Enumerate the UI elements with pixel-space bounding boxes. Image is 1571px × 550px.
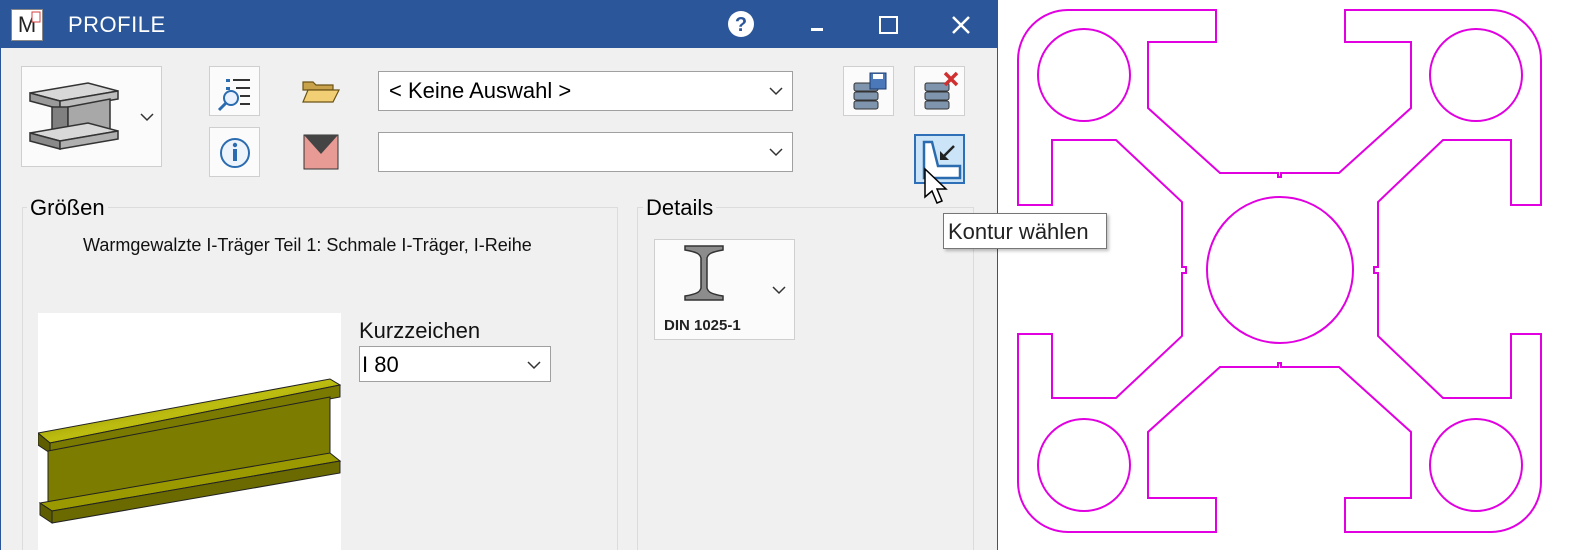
chevron-down-icon — [527, 361, 541, 370]
beam-3d-image — [36, 378, 342, 524]
close-button[interactable] — [931, 0, 991, 48]
mouse-cursor-icon — [924, 167, 948, 204]
search-list-icon — [217, 79, 250, 112]
chevron-down-icon — [140, 113, 154, 122]
minimize-icon — [811, 28, 823, 31]
maximize-icon — [879, 16, 898, 34]
contour-hole-bottom-left — [1037, 418, 1131, 512]
material-select[interactable] — [378, 132, 793, 172]
i-beam-icon — [29, 82, 119, 150]
profile-type-button[interactable] — [21, 66, 162, 167]
save-database-button[interactable] — [843, 66, 894, 116]
contour-corner-top-left — [1017, 9, 1542, 533]
chevron-down-icon — [769, 148, 783, 157]
svg-text:?: ? — [735, 14, 747, 36]
color-button[interactable] — [301, 132, 341, 172]
info-button[interactable] — [209, 127, 260, 177]
norm-select-button[interactable]: DIN 1025-1 — [654, 239, 795, 340]
app-icon: M — [11, 9, 43, 41]
delete-database-button[interactable] — [914, 66, 965, 116]
database-save-icon — [853, 72, 887, 110]
minimize-button[interactable] — [787, 0, 847, 48]
catalog-select[interactable]: < Keine Auswahl > — [378, 71, 793, 111]
folder-open-icon — [302, 81, 340, 103]
close-icon — [952, 16, 970, 34]
designation-label: Kurzzeichen — [359, 318, 481, 343]
title-bar[interactable]: M PROFILE ? — [1, 0, 997, 48]
contour-hole-center — [1206, 196, 1354, 344]
profile-dialog: M PROFILE ? < Keine Auswahl > Größen War… — [0, 0, 998, 550]
info-icon — [220, 138, 250, 168]
chevron-down-icon — [769, 87, 783, 96]
contour-hole-top-right — [1429, 28, 1523, 122]
designation-select[interactable]: I 80 — [359, 346, 551, 382]
details-group-label: Details — [643, 195, 717, 221]
database-delete-icon — [924, 71, 959, 110]
i-profile-icon — [684, 245, 724, 301]
open-folder-button[interactable] — [299, 72, 343, 110]
maximize-button[interactable] — [859, 0, 919, 48]
contour-drawing — [1017, 9, 1542, 533]
help-button[interactable]: ? — [713, 0, 773, 48]
contour-hole-top-left — [1037, 28, 1131, 122]
chevron-down-icon — [772, 286, 786, 295]
contour-hole-bottom-right — [1429, 418, 1523, 512]
norm-label: DIN 1025-1 — [664, 317, 741, 334]
search-list-button[interactable] — [209, 66, 260, 116]
sizes-group-label: Größen — [27, 195, 108, 221]
beam-preview — [36, 313, 342, 550]
help-icon: ? — [728, 11, 754, 37]
color-swatch-icon — [303, 134, 339, 170]
window-title: PROFILE — [68, 12, 166, 37]
standard-description: Warmgewalzte I-Träger Teil 1: Schmale I-… — [83, 235, 532, 255]
